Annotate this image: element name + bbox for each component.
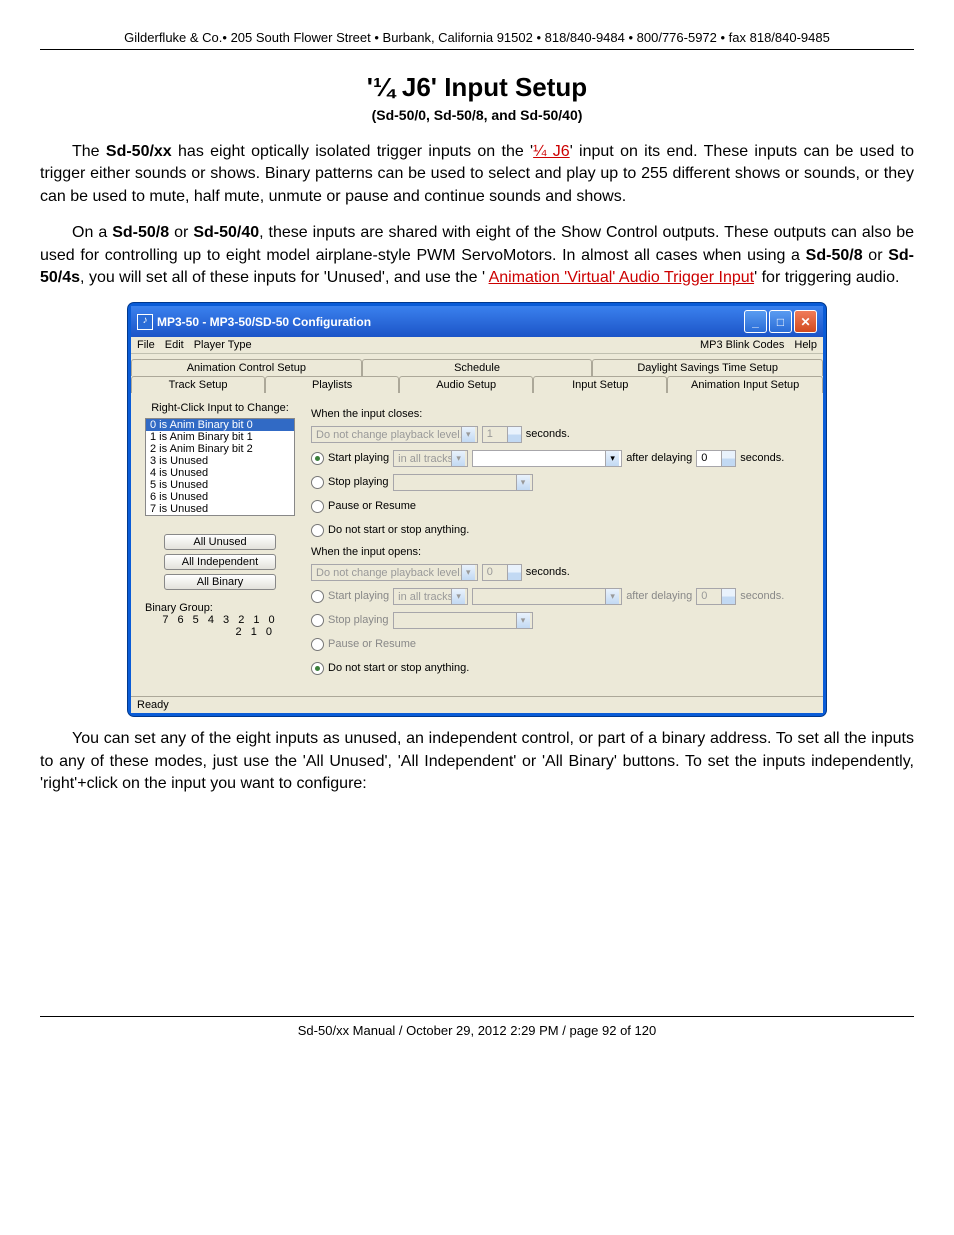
list-item[interactable]: 4 is Unused	[146, 467, 294, 479]
close-level-spin[interactable]: 1	[482, 426, 522, 443]
tab-input-setup[interactable]: Input Setup	[533, 376, 667, 393]
menu-file[interactable]: File	[137, 339, 155, 351]
binary-group-label: Binary Group:	[145, 602, 295, 614]
tab-schedule[interactable]: Schedule	[362, 359, 593, 376]
radio-start-close[interactable]	[311, 452, 324, 465]
list-item[interactable]: 0 is Anim Binary bit 0	[146, 419, 294, 431]
page-header: Gilderfluke & Co.• 205 South Flower Stre…	[40, 30, 914, 50]
tab-audio-setup[interactable]: Audio Setup	[399, 376, 533, 393]
window-title: MP3-50 - MP3-50/SD-50 Configuration	[157, 315, 742, 329]
opens-label: When the input opens:	[311, 546, 809, 558]
open-delay-spin[interactable]: 0	[696, 588, 736, 605]
menu-player-type[interactable]: Player Type	[194, 339, 252, 351]
page-title: '¼ J6' Input Setup	[40, 72, 914, 103]
playback-dropdown-close[interactable]: Do not change playback level.	[311, 426, 478, 443]
menu-help[interactable]: Help	[794, 339, 817, 351]
paragraph-2: On a Sd-50/8 or Sd-50/40, these inputs a…	[40, 222, 914, 289]
titlebar: ♪ MP3-50 - MP3-50/SD-50 Configuration _ …	[131, 306, 823, 337]
radio-pause-close[interactable]	[311, 500, 324, 513]
link-animation-virtual[interactable]: Animation 'Virtual' Audio Trigger Input	[489, 269, 755, 286]
list-item[interactable]: 7 is Unused	[146, 503, 294, 515]
minimize-button[interactable]: _	[744, 310, 767, 333]
closes-label: When the input closes:	[311, 408, 809, 420]
tab-track-setup[interactable]: Track Setup	[131, 376, 265, 393]
stop-dd-close[interactable]	[393, 474, 533, 491]
config-window: ♪ MP3-50 - MP3-50/SD-50 Configuration _ …	[128, 303, 826, 716]
tab-dst[interactable]: Daylight Savings Time Setup	[592, 359, 823, 376]
maximize-button[interactable]: □	[769, 310, 792, 333]
all-unused-button[interactable]: All Unused	[164, 534, 276, 550]
start-what-dd-open[interactable]	[472, 588, 622, 605]
radio-start-open[interactable]	[311, 590, 324, 603]
input-list[interactable]: 0 is Anim Binary bit 0 1 is Anim Binary …	[145, 418, 295, 516]
open-level-spin[interactable]: 0	[482, 564, 522, 581]
status-bar: Ready	[131, 696, 823, 713]
start-what-dd-close[interactable]	[472, 450, 622, 467]
paragraph-1: The Sd-50/xx has eight optically isolate…	[40, 141, 914, 208]
radio-stop-close[interactable]	[311, 476, 324, 489]
tab-animation-control[interactable]: Animation Control Setup	[131, 359, 362, 376]
start-tracks-dd-close[interactable]: in all tracks	[393, 450, 468, 467]
app-icon: ♪	[137, 314, 153, 330]
page-footer: Sd-50/xx Manual / October 29, 2012 2:29 …	[40, 1016, 914, 1038]
right-click-label: Right-Click Input to Change:	[145, 402, 295, 414]
tab-playlists[interactable]: Playlists	[265, 376, 399, 393]
close-delay-spin[interactable]: 0	[696, 450, 736, 467]
binary-group-row-1: 7 6 5 4 3 2 1 0	[145, 614, 295, 626]
paragraph-3: You can set any of the eight inputs as u…	[40, 728, 914, 795]
link-j6[interactable]: ¼ J6	[533, 143, 570, 160]
stop-dd-open[interactable]	[393, 612, 533, 629]
menu-blink-codes[interactable]: MP3 Blink Codes	[700, 339, 784, 351]
list-item[interactable]: 5 is Unused	[146, 479, 294, 491]
menu-edit[interactable]: Edit	[165, 339, 184, 351]
tab-animation-input[interactable]: Animation Input Setup	[667, 376, 823, 393]
playback-dropdown-open[interactable]: Do not change playback level.	[311, 564, 478, 581]
list-item[interactable]: 2 is Anim Binary bit 2	[146, 443, 294, 455]
menubar: File Edit Player Type MP3 Blink Codes He…	[131, 337, 823, 354]
close-button[interactable]: ✕	[794, 310, 817, 333]
radio-donot-open[interactable]	[311, 662, 324, 675]
list-item[interactable]: 1 is Anim Binary bit 1	[146, 431, 294, 443]
all-binary-button[interactable]: All Binary	[164, 574, 276, 590]
list-item[interactable]: 3 is Unused	[146, 455, 294, 467]
radio-donot-close[interactable]	[311, 524, 324, 537]
radio-pause-open[interactable]	[311, 638, 324, 651]
binary-group-row-2: 2 1 0	[145, 626, 295, 638]
all-independent-button[interactable]: All Independent	[164, 554, 276, 570]
page-subtitle: (Sd-50/0, Sd-50/8, and Sd-50/40)	[40, 107, 914, 123]
list-item[interactable]: 6 is Unused	[146, 491, 294, 503]
radio-stop-open[interactable]	[311, 614, 324, 627]
seconds-label: seconds.	[526, 428, 570, 440]
start-tracks-dd-open[interactable]: in all tracks	[393, 588, 468, 605]
